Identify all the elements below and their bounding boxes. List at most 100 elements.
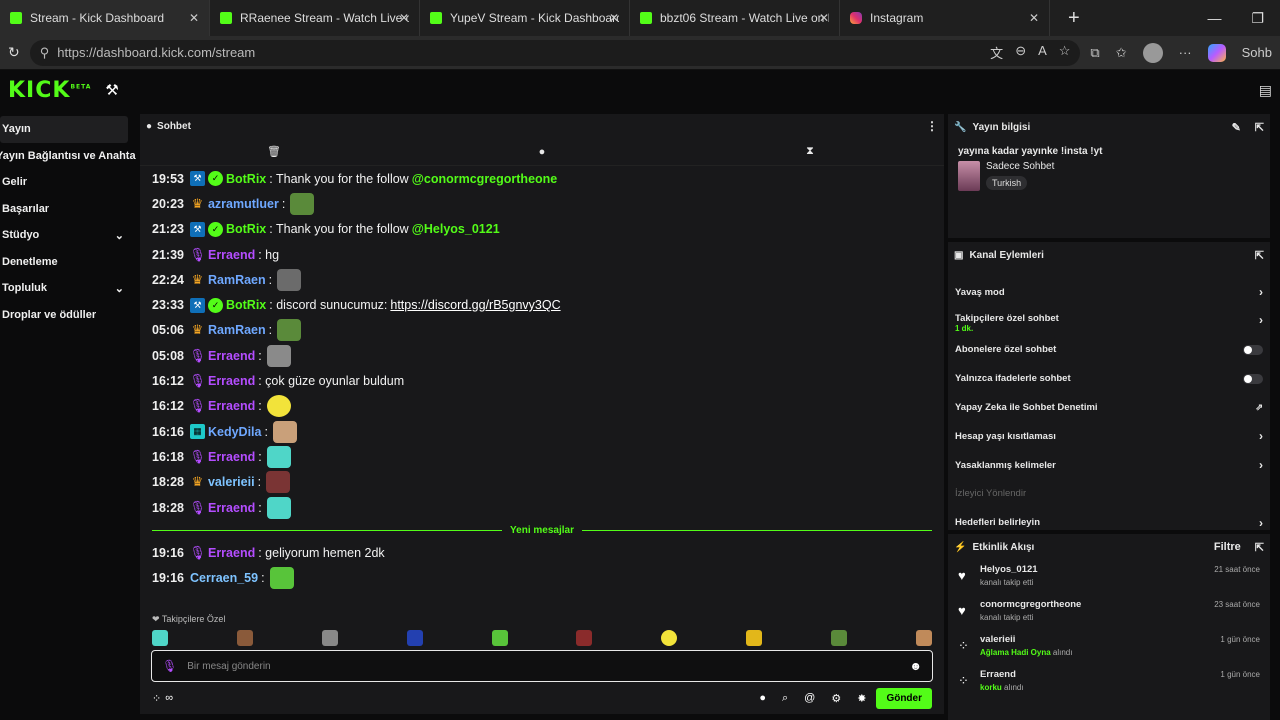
maximize-icon[interactable]: ❐ [1251,10,1264,27]
new-tab-icon[interactable]: + [1068,7,1080,30]
potato-emote-icon[interactable] [236,630,253,646]
chat-username[interactable]: valerieii [208,475,255,489]
sidebar-item-achievements[interactable]: Başarılar [0,196,136,223]
chat-username[interactable]: Erraend [208,248,255,262]
activity-item[interactable]: ⁘ valerieii Ağlama Hadi Oyna alındı 1 gün… [948,630,1270,665]
profile-avatar[interactable] [1142,42,1163,63]
chat-username[interactable]: Erraend [208,349,255,363]
chat-message[interactable]: 16:18 🎙 Erraend : [152,444,932,469]
emote-only-toggle[interactable] [1243,373,1263,384]
chat-message[interactable]: 19:53 ⚒ ✓ BotRix : Thank you for the fol… [152,166,932,191]
chat-message-list[interactable]: 19:53 ⚒ ✓ BotRix : Thank you for the fol… [140,166,944,591]
chat-bubble-icon[interactable]: ● [759,692,766,704]
wallet-icon[interactable]: ▤ [1259,82,1272,99]
chat-bubble-icon[interactable]: ● [408,146,676,158]
followers-only-row[interactable]: Takipçilere özel sohbet 1 dk. › [948,307,1270,336]
account-age-row[interactable]: Hesap yaşı kısıtlaması › [948,422,1270,451]
copilot-icon[interactable] [1207,43,1226,62]
cat-emote-icon[interactable] [152,630,168,646]
more-icon[interactable]: ··· [1179,45,1192,60]
browser-tab[interactable]: Stream - Kick Dashboard ✕ [0,0,210,36]
chat-username[interactable]: BotRix [226,172,266,186]
search-icon[interactable]: ⌕ [782,692,788,705]
chat-message[interactable]: 16:12 🎙 Erraend : [152,394,932,419]
chat-username[interactable]: Erraend [208,546,255,560]
hourglass-icon[interactable]: ⧗ [676,145,944,158]
favorites-icon[interactable]: ✩ [1116,45,1127,61]
chat-username[interactable]: Erraend [208,374,255,388]
edit-icon[interactable]: ✎ [1232,121,1241,134]
sidebar-item-stream-key[interactable]: Yayın Bağlantısı ve Anahtarı [0,143,136,170]
ai-moderation-row[interactable]: Yapay Zeka ile Sohbet Denetimi ⇗ [948,393,1270,422]
chat-message[interactable]: 16:12 🎙 Erraend : çok güze oyunlar buldu… [152,368,932,393]
banned-words-row[interactable]: Yasaklanmış kelimeler › [948,451,1270,480]
sidebar-label[interactable]: Sohb [1242,45,1272,60]
sidebar-item-drops[interactable]: Droplar ve ödüller [0,302,136,329]
chat-username[interactable]: BotRix [226,222,266,236]
chat-message[interactable]: 23:33 ⚒ ✓ BotRix : discord sunucumuz: ht… [152,292,932,317]
chat-input[interactable]: 🎙 Bir mesaj gönderin ☻ [151,650,933,682]
chat-message[interactable]: 19:16 🎙 Erraend : geliyorum hemen 2dk [152,540,932,565]
chat-message[interactable]: 22:24 ♛ RamRaen : [152,267,932,292]
mention[interactable]: @conormcgregortheone [412,172,558,186]
popout-icon[interactable]: ⇱ [1255,249,1264,262]
browser-tab[interactable]: RRaenee Stream - Watch Live on K ✕ [210,0,420,36]
trash-icon[interactable]: 🗑 [140,145,408,158]
chat-message[interactable]: 05:06 ♛ RamRaen : [152,318,932,343]
send-button[interactable]: Gönder [876,687,932,709]
sidebar-item-revenue[interactable]: Gelir [0,169,136,196]
mention-icon[interactable]: @ [804,692,815,704]
close-icon[interactable]: ✕ [819,11,829,25]
extensions-icon[interactable]: ⧉ [1090,45,1099,61]
browser-tab[interactable]: bbzt06 Stream - Watch Live on Kic ✕ [630,0,840,36]
chat-message[interactable]: 18:28 🎙 Erraend : [152,495,932,520]
emoji-emote-icon[interactable] [661,630,678,646]
mention[interactable]: @Helyos_0121 [412,222,500,236]
browser-tab[interactable]: Instagram ✕ [840,0,1050,36]
points-icon[interactable]: ⁘ [152,692,161,705]
subscribers-only-toggle[interactable] [1243,344,1263,355]
close-icon[interactable]: ✕ [1029,11,1039,25]
filter-button[interactable]: Filtre [1214,541,1241,554]
chat-username[interactable]: Erraend [208,399,255,413]
chat-username[interactable]: KedyDila [208,425,262,439]
chat-message[interactable]: 18:28 ♛ valerieii : [152,470,932,495]
translate-icon[interactable]: 文 [990,43,1003,62]
chat-message[interactable]: 21:39 🎙 Erraend : hg [152,242,932,267]
hand-emote-icon[interactable] [915,630,932,646]
chat-username[interactable]: RamRaen [208,323,266,337]
chat-message[interactable]: 21:23 ⚒ ✓ BotRix : Thank you for the fol… [152,217,932,242]
gold-emote-icon[interactable] [746,630,763,646]
chat-username[interactable]: Erraend [208,450,255,464]
sidebar-item-moderation[interactable]: Denetleme [0,249,136,276]
zoom-icon[interactable]: ⊖ [1015,43,1026,62]
site-info-icon[interactable]: ⚲ [40,45,50,61]
chat-username[interactable]: BotRix [226,298,266,312]
sidebar-item-studio[interactable]: Stüdyo ⌄ [0,222,136,249]
chat-message[interactable]: 05:08 🎙 Erraend : [152,343,932,368]
frog-emote-icon[interactable] [491,630,508,646]
browser-tab[interactable]: YupeV Stream - Kick Dashboard ✕ [420,0,630,36]
refresh-icon[interactable]: ↻ [8,44,20,61]
activity-item[interactable]: ♥ Helyos_0121 kanalı takip etti 21 saat ö… [948,560,1270,595]
gear-icon[interactable]: ⚙ [831,692,841,705]
goals-row[interactable]: Hedefleri belirleyin › [948,508,1270,537]
activity-item[interactable]: ⁘ Erraend korku alındı 1 gün önce [948,665,1270,700]
slow-mode-row[interactable]: Yavaş mod › [948,278,1270,307]
chat-username[interactable]: Cerraen_59 [190,571,258,585]
dog-emote-icon[interactable] [321,630,338,646]
badge-icon[interactable]: ✸ [857,692,866,705]
chat-message[interactable]: 20:23 ♛ azramutluer : [152,191,932,216]
chat-username[interactable]: RamRaen [208,273,266,287]
discord-link[interactable]: https://discord.gg/rB5gnvy3QC [390,298,560,312]
popout-icon[interactable]: ⇱ [1255,121,1264,134]
moderator-hammer-icon[interactable]: ⚒ [105,81,118,99]
activity-item[interactable]: ♥ conormcgregortheone kanalı takip etti 2… [948,595,1270,630]
favorite-star-icon[interactable]: ☆ [1059,43,1071,62]
sidebar-item-community[interactable]: Topluluk ⌄ [0,275,136,302]
blue-emote-icon[interactable] [406,630,423,646]
close-icon[interactable]: ✕ [399,11,409,25]
frog-emote-icon[interactable] [831,630,847,646]
emoji-picker-icon[interactable]: ☻ [909,659,922,673]
popout-icon[interactable]: ⇱ [1255,541,1264,554]
